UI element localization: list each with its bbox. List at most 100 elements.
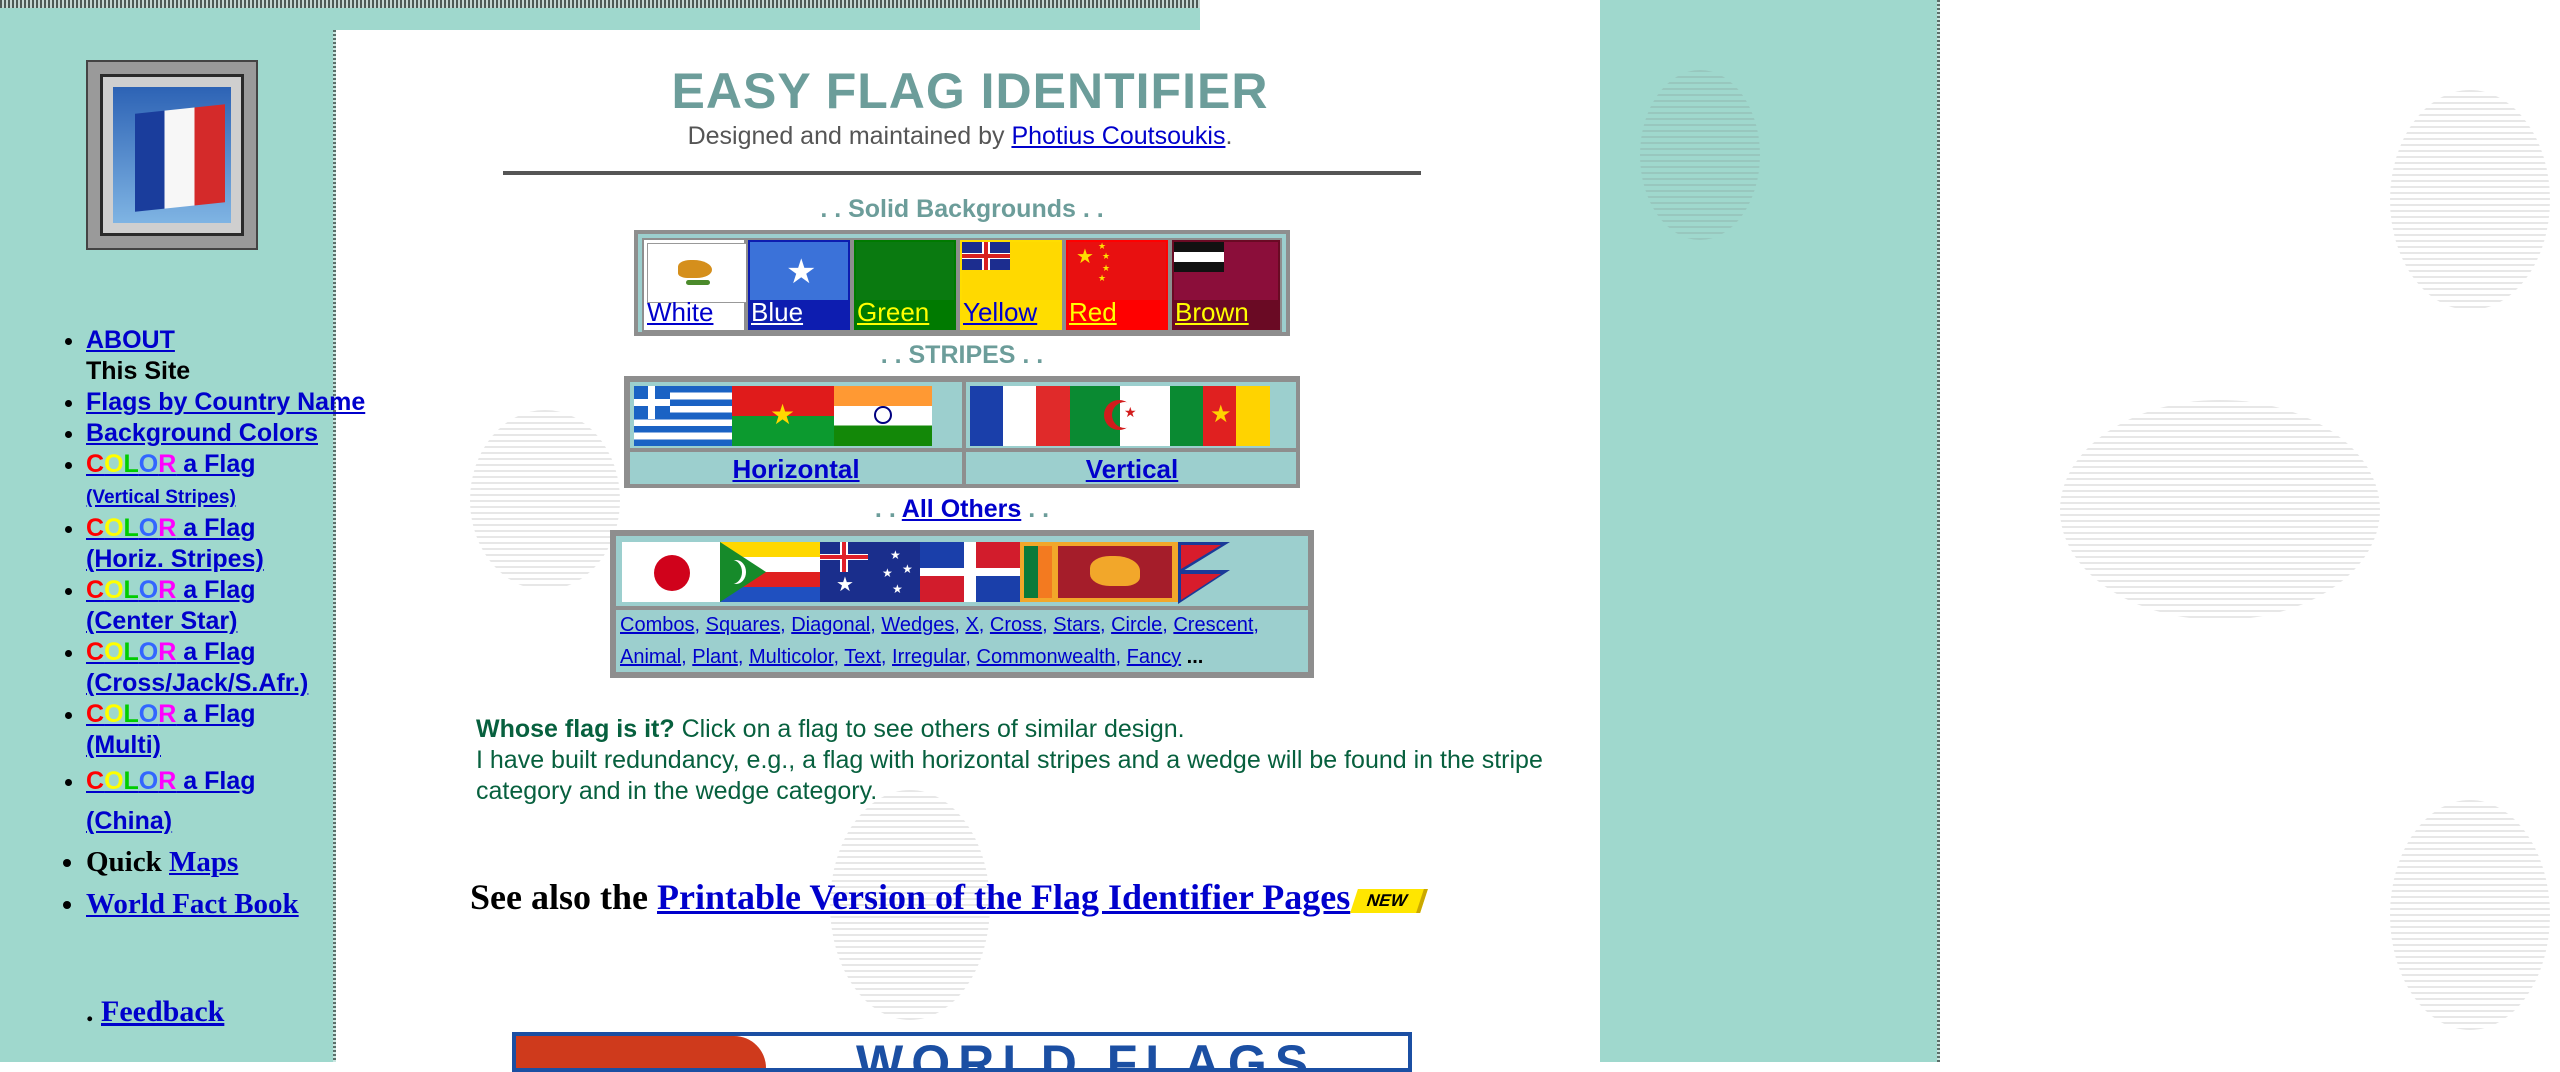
combos-link[interactable]: Combos <box>620 614 694 636</box>
byline: Designed and maintained by Photius Couts… <box>560 122 1360 151</box>
rainbow-letter: L <box>123 514 139 542</box>
flags-by-country-link[interactable]: Flags by Country Name <box>86 388 365 416</box>
vertical-flags-cell[interactable]: ★ ★ <box>964 380 1300 450</box>
solid-blue-label[interactable]: Blue <box>751 297 803 328</box>
multicolor-link[interactable]: Multicolor <box>749 646 833 668</box>
sidebar-item-maps: Quick Maps <box>86 841 376 883</box>
color-flag-center-star-link[interactable]: COLOR a Flag (Center Star) <box>86 576 256 635</box>
rainbow-letter: C <box>86 700 105 728</box>
rainbow-letter: O <box>138 638 159 666</box>
solid-green-label[interactable]: Green <box>857 297 929 328</box>
plant-link[interactable]: Plant <box>692 646 738 668</box>
color-flag-vertical-link[interactable]: COLOR a Flag (Vertical Stripes) <box>86 450 256 509</box>
color-flag-sub: (Vertical Stripes) <box>86 487 236 508</box>
yellow-ensign-flag-icon <box>962 242 1060 300</box>
solid-red-cell[interactable]: ★ ★ ★ ★ ★ Red <box>1064 238 1170 332</box>
comoros-flag-icon <box>720 542 820 602</box>
x-link[interactable]: X <box>965 614 978 636</box>
animal-link[interactable]: Animal <box>620 646 681 668</box>
vertical-stripes-link[interactable]: Vertical <box>964 454 1300 485</box>
solid-yellow-cell[interactable]: Yellow <box>958 238 1064 332</box>
stripes-table: ★ ★ ★ Horizontal Vertical <box>624 376 1300 488</box>
color-flag-sub: (Center Star) <box>86 607 238 635</box>
solid-red-label[interactable]: Red <box>1069 297 1117 328</box>
cyprus-flag-icon <box>647 243 747 303</box>
rainbow-letter: C <box>86 638 105 666</box>
color-flag-label: a Flag <box>176 700 256 728</box>
color-flag-label: a Flag <box>176 514 256 542</box>
color-flag-china-link[interactable]: COLOR a Flag (China) <box>86 767 256 835</box>
rainbow-letter: L <box>123 638 139 666</box>
others-heading: . . All Others . . <box>610 495 1314 524</box>
solid-green-cell[interactable]: Green <box>852 238 958 332</box>
feedback-link[interactable]: Feedback <box>101 995 224 1028</box>
solid-backgrounds-table: White ★ Blue Green Yellow ★ ★ ★ ★ ★ Red <box>634 230 1290 336</box>
france-flag-icon <box>135 104 225 212</box>
world-map-decoration <box>2390 800 2550 1030</box>
sidebar-item-about: ABOUT This Site <box>86 325 376 387</box>
author-link[interactable]: Photius Coutsoukis <box>1011 122 1225 150</box>
background-colors-link[interactable]: Background Colors <box>86 419 318 447</box>
see-also-line: See also the Printable Version of the Fl… <box>470 876 1429 918</box>
site-logo[interactable] <box>86 60 258 250</box>
color-flag-cross-link[interactable]: COLOR a Flag (Cross/Jack/S.Afr.) <box>86 638 308 697</box>
irregular-link[interactable]: Irregular <box>892 646 965 668</box>
solid-white-cell[interactable]: White <box>642 238 747 332</box>
maps-link[interactable]: Maps <box>169 846 238 878</box>
france-flag-icon <box>970 386 1070 446</box>
printable-version-link[interactable]: Printable Version of the Flag Identifier… <box>657 877 1350 917</box>
solid-brown-label[interactable]: Brown <box>1175 297 1249 328</box>
solid-blue-cell[interactable]: ★ Blue <box>746 238 852 332</box>
feedback-line: . Feedback <box>86 995 224 1029</box>
wedges-link[interactable]: Wedges <box>881 614 954 636</box>
feedback-prefix: . <box>86 995 94 1028</box>
whose-line2: I have built redundancy, e.g., a flag wi… <box>476 746 1543 805</box>
world-flags-banner[interactable]: WORLD FLAGS <box>512 1032 1412 1072</box>
nepal-flag-icon <box>1178 542 1234 604</box>
world-fact-book-link[interactable]: World Fact Book <box>86 888 299 920</box>
others-heading-suffix: . . <box>1028 495 1050 523</box>
rainbow-letter: L <box>123 700 139 728</box>
stars-link[interactable]: Stars <box>1053 614 1100 636</box>
color-flag-horizontal-link[interactable]: COLOR a Flag (Horiz. Stripes) <box>86 514 264 573</box>
circle-link[interactable]: Circle <box>1111 614 1162 636</box>
squares-link[interactable]: Squares <box>706 614 781 636</box>
japan-flag-icon <box>622 542 720 602</box>
fancy-link[interactable]: Fancy <box>1127 646 1181 668</box>
rainbow-letter: O <box>104 576 124 604</box>
rainbow-letter: R <box>158 576 177 604</box>
more-ellipsis: ... <box>1186 646 1204 668</box>
color-flag-sub: (Multi) <box>86 731 161 759</box>
rainbow-letter: O <box>138 767 159 795</box>
somalia-flag-icon: ★ <box>750 242 848 300</box>
color-flag-label: a Flag <box>176 638 256 666</box>
world-map-decoration <box>470 410 620 590</box>
horizontal-flags-cell[interactable]: ★ <box>628 380 964 450</box>
world-map-decoration <box>1640 70 1760 240</box>
other-category-links-line2: Animal, Plant, Multicolor, Text, Irregul… <box>620 646 1204 668</box>
solid-yellow-label[interactable]: Yellow <box>963 297 1037 328</box>
about-link[interactable]: ABOUT <box>86 326 175 354</box>
sri-lanka-flag-icon <box>1020 542 1178 602</box>
horizontal-stripes-link[interactable]: Horizontal <box>628 454 964 485</box>
banner-text: WORLD FLAGS <box>856 1035 1317 1072</box>
diagonal-link[interactable]: Diagonal <box>791 614 870 636</box>
solid-brown-cell[interactable]: Brown <box>1170 238 1282 332</box>
logo-picture <box>113 87 231 223</box>
greece-flag-icon <box>634 386 732 446</box>
rainbow-letter: L <box>123 576 139 604</box>
text-link[interactable]: Text <box>844 646 881 668</box>
cross-link[interactable]: Cross <box>990 614 1042 636</box>
about-subtext: This Site <box>86 357 191 385</box>
solid-heading: . . Solid Backgrounds . . <box>820 195 1104 223</box>
commonwealth-link[interactable]: Commonwealth <box>977 646 1116 668</box>
all-others-link[interactable]: All Others <box>902 495 1021 523</box>
rainbow-letter: L <box>123 450 139 478</box>
other-flags-cell[interactable]: ★ ★ ★ ★ ★ <box>614 534 1310 608</box>
solid-white-label[interactable]: White <box>647 297 713 328</box>
dominican-republic-flag-icon <box>920 542 1020 602</box>
quick-text: Quick <box>86 846 162 878</box>
color-flag-multi-link[interactable]: COLOR a Flag (Multi) <box>86 700 256 759</box>
crescent-link[interactable]: Crescent <box>1173 614 1253 636</box>
page-title: EASY FLAG IDENTIFIER <box>671 63 1269 119</box>
